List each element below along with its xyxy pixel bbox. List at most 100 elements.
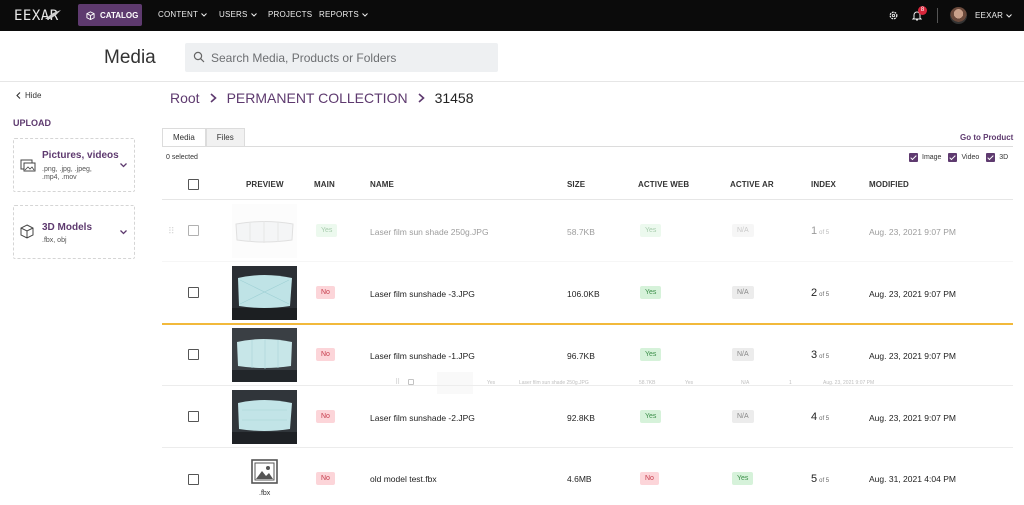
notification-badge: 8 — [918, 6, 927, 15]
go-to-product-link[interactable]: Go to Product — [960, 133, 1013, 142]
file-name: Laser film sunshade -2.JPG — [370, 413, 475, 423]
images-icon — [20, 159, 36, 172]
sunshade-thumbnail — [235, 221, 294, 243]
table-row[interactable]: No Laser film sunshade -2.JPG 92.8KB Yes… — [162, 386, 1013, 448]
col-index[interactable]: INDEX — [811, 180, 836, 189]
search-input[interactable] — [211, 43, 491, 72]
active-web-badge[interactable]: Yes — [640, 286, 662, 299]
nav-content[interactable]: CONTENT — [158, 10, 207, 19]
active-ar-badge[interactable]: Yes — [732, 472, 754, 485]
row-index: 3 of 5 — [811, 349, 829, 361]
page-title: Media — [104, 47, 156, 68]
active-ar-badge[interactable]: N/A — [732, 410, 754, 423]
cube-icon — [20, 224, 34, 239]
main-badge[interactable]: Yes — [316, 224, 338, 237]
tab-divider — [162, 146, 1013, 147]
nav-projects[interactable]: PROJECTS — [268, 10, 312, 19]
chevron-down-icon[interactable] — [120, 163, 127, 168]
index-value: 1 — [811, 225, 818, 237]
modified-date: Aug. 23, 2021 9:07 PM — [869, 227, 956, 237]
breadcrumb-collection[interactable]: PERMANENT COLLECTION — [227, 90, 408, 106]
user-menu[interactable]: EEXAR — [975, 11, 1012, 20]
image-placeholder-icon[interactable] — [251, 459, 278, 484]
col-modified[interactable]: MODIFIED — [869, 180, 909, 189]
chevron-down-icon[interactable] — [120, 230, 127, 235]
car-sunshade-photo — [232, 390, 297, 444]
selected-count: 0 selected — [166, 154, 198, 161]
index-value: 2 — [811, 287, 818, 299]
hide-label: Hide — [25, 91, 42, 100]
filter-image-checkbox[interactable] — [909, 153, 918, 162]
upload-pictures-videos[interactable]: Pictures, videos .png, .jpg, .jpeg, .mp4… — [13, 138, 135, 192]
main-badge[interactable]: No — [316, 348, 335, 361]
nav-projects-label: PROJECTS — [268, 10, 313, 19]
file-type-label: .fbx — [259, 490, 271, 497]
gear-icon[interactable] — [888, 10, 899, 21]
nav-catalog[interactable]: CATALOG — [78, 4, 142, 26]
active-ar-badge[interactable]: N/A — [732, 286, 754, 299]
active-ar-badge[interactable]: N/A — [732, 348, 754, 361]
active-web-badge[interactable]: No — [640, 472, 659, 485]
upload-3d-models[interactable]: 3D Models .fbx, obj — [13, 205, 135, 259]
nav-reports[interactable]: REPORTS — [319, 10, 368, 19]
active-ar-badge[interactable]: N/A — [732, 224, 754, 237]
filter-3d-checkbox[interactable] — [986, 153, 996, 162]
row-checkbox[interactable] — [188, 287, 199, 298]
row-index: 5 of 5 — [811, 473, 829, 485]
preview-thumbnail[interactable] — [232, 328, 297, 382]
main-badge[interactable]: No — [316, 286, 335, 299]
preview-thumbnail[interactable] — [232, 204, 297, 258]
chevron-right-icon — [210, 93, 217, 103]
file-name: old model test.fbx — [370, 474, 437, 484]
row-checkbox[interactable] — [188, 411, 199, 422]
hide-sidebar-link[interactable]: Hide — [16, 91, 41, 100]
drag-handle-icon: ⠿ — [395, 379, 401, 386]
active-web-badge[interactable]: Yes — [640, 410, 662, 423]
table-row[interactable]: No Laser film sunshade -3.JPG 106.0KB Ye… — [162, 262, 1013, 324]
modified-date: Aug. 23, 2021 9:07 PM — [869, 289, 956, 299]
row-checkbox[interactable] — [188, 349, 199, 360]
nav-divider — [937, 8, 938, 23]
table-row[interactable]: .fbx No old model test.fbx 4.6MB No Yes … — [162, 448, 1013, 505]
index-total: of 5 — [819, 354, 830, 360]
header-divider — [0, 81, 1024, 82]
drag-handle-icon[interactable]: ⠿ — [168, 226, 175, 237]
select-all-checkbox[interactable] — [188, 179, 199, 190]
tab-media[interactable]: Media — [162, 128, 206, 147]
tab-files[interactable]: Files — [205, 128, 245, 147]
filter-video-checkbox[interactable] — [948, 153, 958, 162]
nav-users[interactable]: USERS — [219, 10, 257, 19]
breadcrumb: Root PERMANENT COLLECTION 31458 — [170, 90, 474, 106]
chevron-down-icon — [362, 12, 368, 17]
chevron-down-icon — [250, 12, 257, 17]
col-active-ar[interactable]: ACTIVE AR — [730, 180, 774, 189]
avatar[interactable] — [950, 7, 967, 24]
active-web-badge[interactable]: Yes — [640, 224, 662, 237]
col-active-web[interactable]: ACTIVE WEB — [638, 180, 689, 189]
col-name[interactable]: NAME — [370, 180, 394, 189]
search-icon — [193, 51, 205, 63]
active-web-badge[interactable]: Yes — [640, 348, 662, 361]
preview-thumbnail[interactable] — [232, 266, 297, 320]
media-type-filters: Image Video 3D — [909, 153, 1008, 162]
file-size: 106.0KB — [567, 289, 600, 299]
file-size: 92.8KB — [567, 413, 595, 423]
chevron-down-icon — [201, 12, 207, 17]
main-badge[interactable]: No — [316, 410, 335, 423]
index-total: of 5 — [819, 416, 830, 422]
col-size[interactable]: SIZE — [567, 180, 585, 189]
search-box — [185, 43, 498, 72]
breadcrumb-root[interactable]: Root — [170, 90, 200, 106]
nav-catalog-label: CATALOG — [100, 10, 139, 20]
preview-thumbnail[interactable] — [232, 390, 297, 444]
row-checkbox[interactable] — [188, 474, 199, 485]
table-row[interactable]: ⠿ Yes Laser film sun shade 250g.JPG 58.7… — [162, 200, 1013, 262]
chevron-right-icon — [418, 93, 425, 103]
index-value: 4 — [811, 411, 818, 423]
col-preview: PREVIEW — [246, 180, 284, 189]
col-main[interactable]: MAIN — [314, 180, 335, 189]
main-badge[interactable]: No — [316, 472, 335, 485]
row-checkbox[interactable] — [188, 225, 199, 236]
nav-reports-label: REPORTS — [319, 10, 359, 19]
index-value: 3 — [811, 349, 818, 361]
